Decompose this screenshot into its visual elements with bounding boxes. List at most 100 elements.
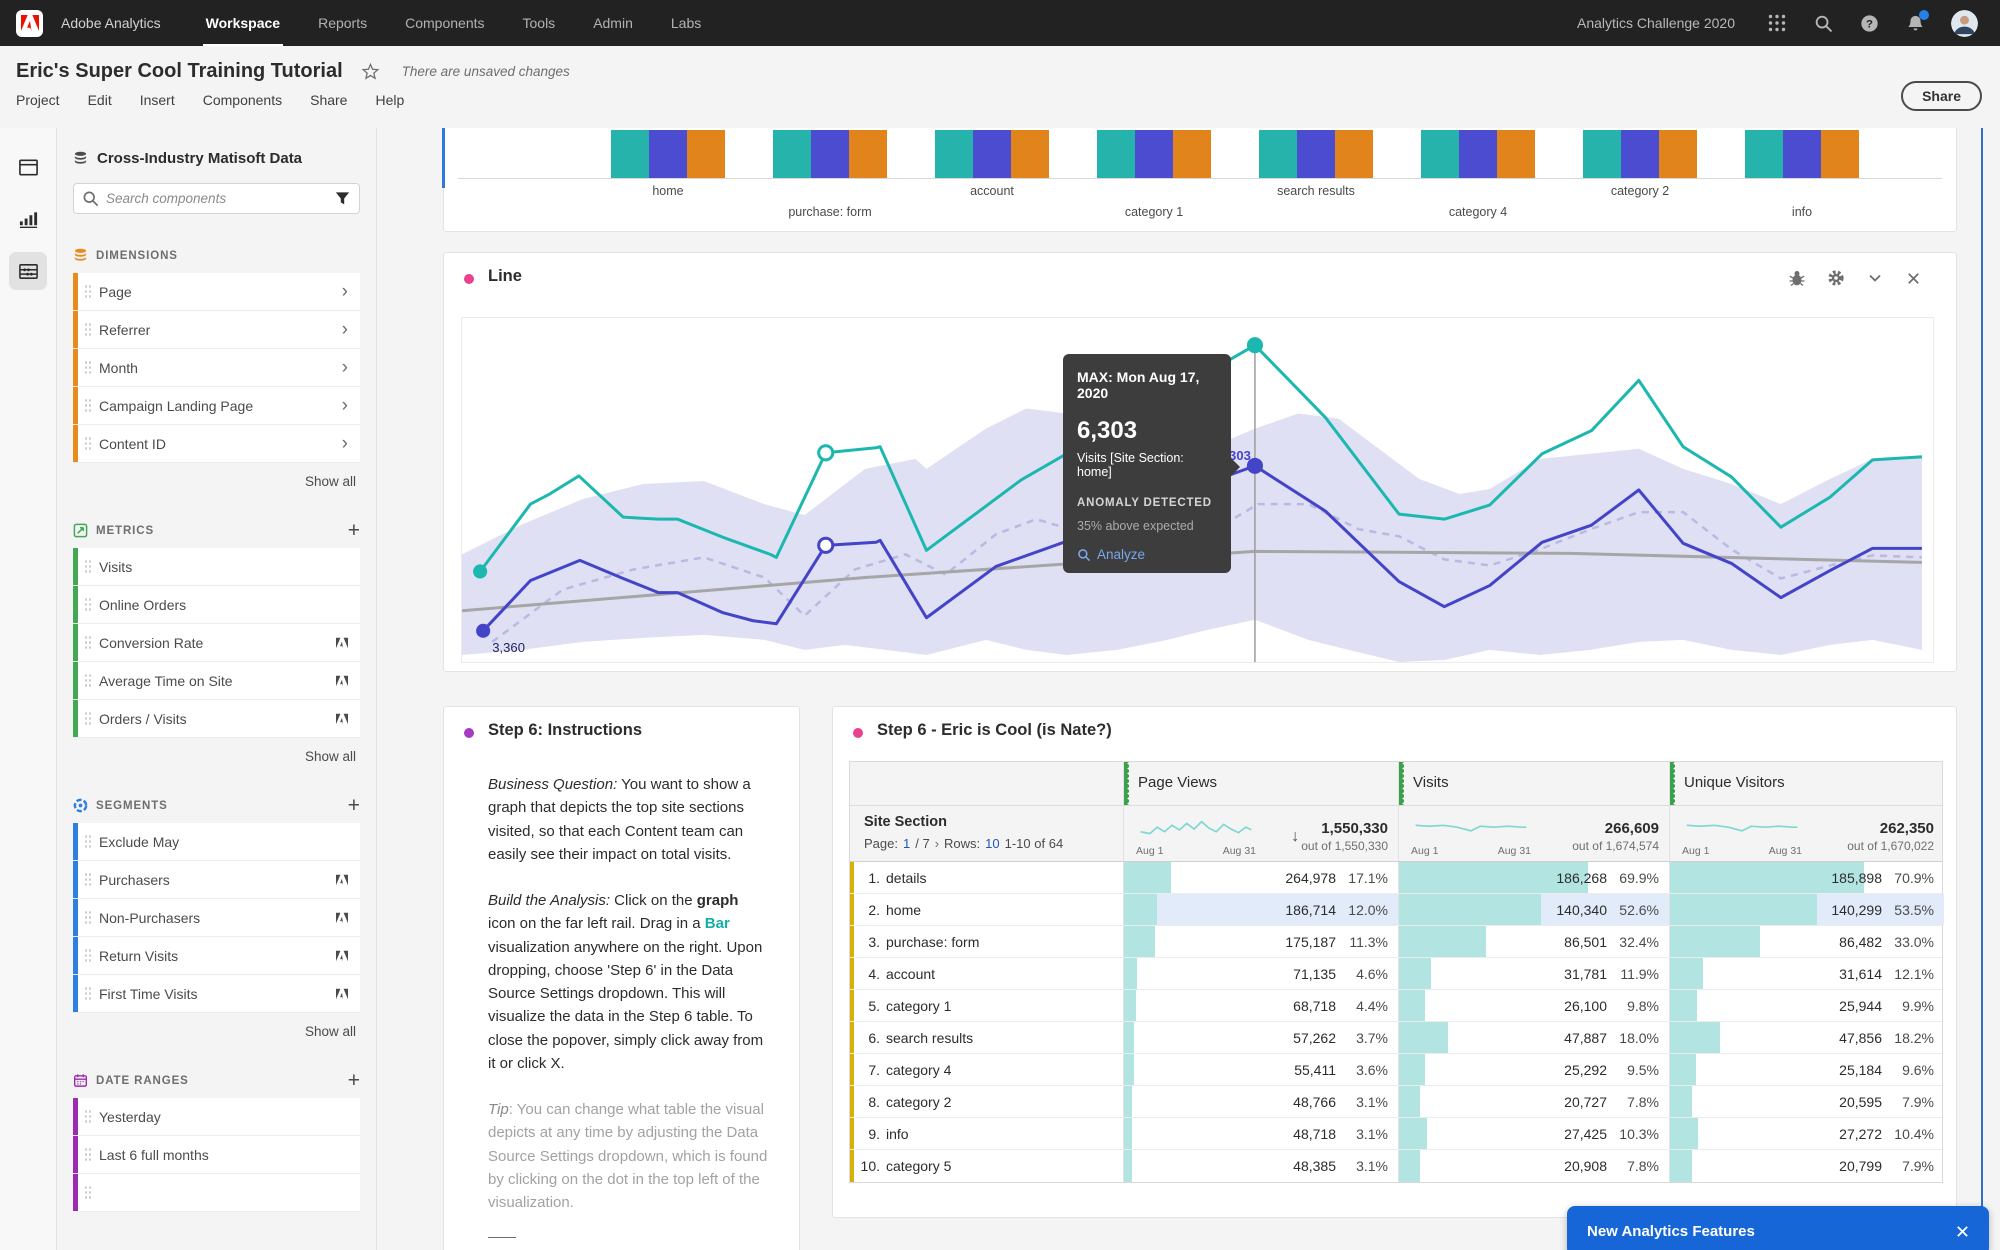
- sidebar-item-exclude-may[interactable]: Exclude May: [73, 823, 360, 861]
- show-all-segments[interactable]: Show all: [73, 1013, 360, 1039]
- page-number-link[interactable]: 1: [903, 836, 910, 851]
- sidebar-item-item[interactable]: [73, 1174, 360, 1212]
- bell-icon[interactable]: [1905, 13, 1925, 33]
- table-row-category-5[interactable]: 10.category 548,3853.1%20,9087.8%20,7997…: [850, 1150, 1942, 1182]
- add-segments-icon[interactable]: +: [348, 799, 360, 813]
- table-row-category-1[interactable]: 5.category 168,7184.4%26,1009.8%25,9449.…: [850, 990, 1942, 1022]
- help-icon[interactable]: ?: [1859, 13, 1879, 33]
- sidebar-item-first-time-visits[interactable]: First Time Visits: [73, 975, 360, 1013]
- bar-visualization-panel[interactable]: homepurchase: formaccountcategory 1searc…: [443, 128, 1957, 232]
- adobe-logo-icon[interactable]: [16, 10, 43, 37]
- rows-count-link[interactable]: 10: [985, 836, 999, 851]
- toast-close-icon[interactable]: [1956, 1225, 1969, 1238]
- table-row-search-results[interactable]: 6.search results57,2623.7%47,88718.0%47,…: [850, 1022, 1942, 1054]
- sidebar-item-conversion-rate[interactable]: Conversion Rate: [73, 624, 360, 662]
- search-icon[interactable]: [1813, 13, 1833, 33]
- chevron-right-icon[interactable]: ›: [342, 434, 348, 453]
- metric-cell: 264,97817.1%: [1123, 862, 1398, 893]
- sidebar-item-online-orders[interactable]: Online Orders: [73, 586, 360, 624]
- table-row-home[interactable]: 2.home186,71412.0%140,34052.6%140,29953.…: [850, 894, 1942, 926]
- nav-item-tools[interactable]: Tools: [504, 0, 575, 46]
- sidebar-item-month[interactable]: Month›: [73, 349, 360, 387]
- nav-item-labs[interactable]: Labs: [652, 0, 720, 46]
- next-page-icon[interactable]: ›: [935, 836, 939, 851]
- menu-project[interactable]: Project: [16, 92, 60, 108]
- nav-item-workspace[interactable]: Workspace: [187, 0, 299, 46]
- table-body: 1.details264,97817.1%186,26869.9%185,898…: [850, 862, 1942, 1182]
- nav-item-components[interactable]: Components: [386, 0, 503, 46]
- favorite-star-icon[interactable]: [361, 62, 380, 81]
- data-source-dot[interactable]: [464, 728, 474, 738]
- avatar[interactable]: [1951, 10, 1978, 37]
- nav-item-reports[interactable]: Reports: [299, 0, 386, 46]
- bar: [1259, 130, 1297, 178]
- column-header-visits[interactable]: Visits: [1398, 762, 1669, 805]
- column-header-unique-visitors[interactable]: Unique Visitors: [1669, 762, 1944, 805]
- chevron-right-icon[interactable]: ›: [342, 282, 348, 301]
- bar-group-purchase-form[interactable]: [773, 130, 887, 178]
- metric-cell: 86,50132.4%: [1398, 926, 1669, 957]
- metric-cell: 47,88718.0%: [1398, 1022, 1669, 1053]
- components-rail-icon[interactable]: [9, 252, 47, 290]
- close-icon[interactable]: [1905, 270, 1922, 287]
- nav-item-admin[interactable]: Admin: [574, 0, 652, 46]
- sort-descending-icon[interactable]: ↓: [1291, 828, 1299, 846]
- menu-components[interactable]: Components: [203, 92, 282, 108]
- bar-group-home[interactable]: [611, 130, 725, 178]
- sidebar-item-campaign-landing-page[interactable]: Campaign Landing Page›: [73, 387, 360, 425]
- menu-share[interactable]: Share: [310, 92, 347, 108]
- bar-group-category-1[interactable]: [1097, 130, 1211, 178]
- show-all-dimensions[interactable]: Show all: [73, 463, 360, 489]
- filter-icon[interactable]: [334, 190, 351, 212]
- table-row-purchase-form[interactable]: 3.purchase: form175,18711.3%86,50132.4%8…: [850, 926, 1942, 958]
- cell-percent: 3.1%: [1336, 1094, 1388, 1110]
- sidebar-item-purchasers[interactable]: Purchasers: [73, 861, 360, 899]
- search-input[interactable]: [73, 183, 360, 214]
- cell-value: 86,482: [1839, 934, 1882, 950]
- sidebar-item-average-time-on-site[interactable]: Average Time on Site: [73, 662, 360, 700]
- column-header-page-views[interactable]: Page Views: [1123, 762, 1398, 805]
- debug-icon[interactable]: [1788, 269, 1806, 287]
- collapse-chevron-icon[interactable]: [1866, 269, 1884, 287]
- sidebar-item-non-purchasers[interactable]: Non-Purchasers: [73, 899, 360, 937]
- settings-gear-icon[interactable]: [1827, 269, 1845, 287]
- sidebar-item-visits[interactable]: Visits: [73, 548, 360, 586]
- sidebar-item-return-visits[interactable]: Return Visits: [73, 937, 360, 975]
- data-source-dot[interactable]: [853, 728, 863, 738]
- sidebar-item-yesterday[interactable]: Yesterday: [73, 1098, 360, 1136]
- drag-handle-dots: [84, 635, 91, 651]
- visualizations-rail-icon[interactable]: [9, 200, 47, 238]
- bar-group-info[interactable]: [1745, 130, 1859, 178]
- metric-cell: 20,5957.9%: [1669, 1086, 1944, 1117]
- menu-help[interactable]: Help: [375, 92, 404, 108]
- table-row-category-4[interactable]: 7.category 455,4113.6%25,2929.5%25,1849.…: [850, 1054, 1942, 1086]
- data-source-dot[interactable]: [464, 274, 474, 284]
- analyze-link[interactable]: Analyze: [1077, 547, 1217, 562]
- bar-group-category-2[interactable]: [1583, 130, 1697, 178]
- table-row-details[interactable]: 1.details264,97817.1%186,26869.9%185,898…: [850, 862, 1942, 894]
- app-grid-icon[interactable]: [1767, 13, 1787, 33]
- table-row-info[interactable]: 9.info48,7183.1%27,42510.3%27,27210.4%: [850, 1118, 1942, 1150]
- sidebar-item-content-id[interactable]: Content ID›: [73, 425, 360, 463]
- dataset-row[interactable]: Cross-Industry Matisoft Data: [73, 150, 360, 167]
- bar-group-account[interactable]: [935, 130, 1049, 178]
- chevron-right-icon[interactable]: ›: [342, 320, 348, 339]
- bar-group-category-4[interactable]: [1421, 130, 1535, 178]
- show-all-metrics[interactable]: Show all: [73, 738, 360, 764]
- menu-edit[interactable]: Edit: [88, 92, 112, 108]
- drag-handle-dots: [84, 559, 91, 575]
- sidebar-item-orders-visits[interactable]: Orders / Visits: [73, 700, 360, 738]
- chevron-right-icon[interactable]: ›: [342, 358, 348, 377]
- sidebar-item-page[interactable]: Page›: [73, 273, 360, 311]
- share-button[interactable]: Share: [1901, 81, 1982, 111]
- add-metrics-icon[interactable]: +: [348, 524, 360, 538]
- menu-insert[interactable]: Insert: [140, 92, 175, 108]
- chevron-right-icon[interactable]: ›: [342, 396, 348, 415]
- bar-group-search-results[interactable]: [1259, 130, 1373, 178]
- sidebar-item-referrer[interactable]: Referrer›: [73, 311, 360, 349]
- table-row-category-2[interactable]: 8.category 248,7663.1%20,7277.8%20,5957.…: [850, 1086, 1942, 1118]
- panels-rail-icon[interactable]: [9, 148, 47, 186]
- sidebar-item-last-6-full-months[interactable]: Last 6 full months: [73, 1136, 360, 1174]
- add-date-ranges-icon[interactable]: +: [348, 1074, 360, 1088]
- table-row-account[interactable]: 4.account71,1354.6%31,78111.9%31,61412.1…: [850, 958, 1942, 990]
